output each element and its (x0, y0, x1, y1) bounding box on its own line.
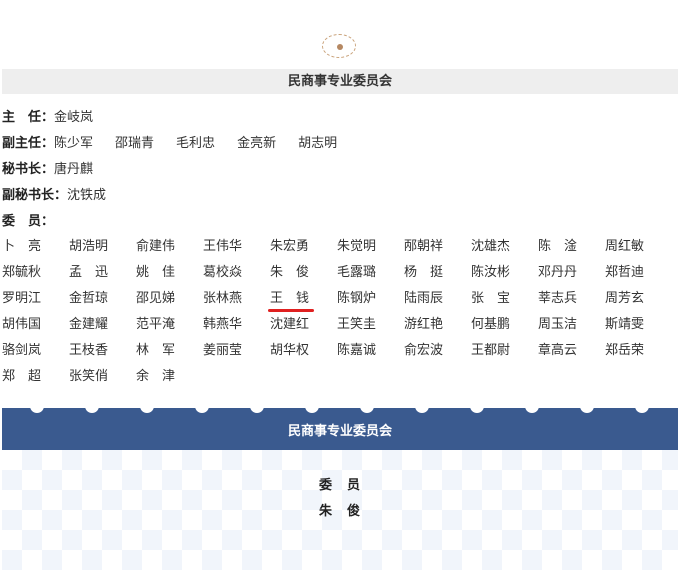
member-name: 周玉洁 (538, 317, 578, 332)
member-card: 委 员 朱 俊 (2, 450, 678, 570)
ornament-icon (322, 34, 356, 58)
section-title: 民商事专业委员会 (2, 69, 678, 94)
ornament-dot (337, 44, 343, 50)
member-name: 韩燕华 (203, 317, 243, 332)
member-name: 杨 挺 (404, 265, 444, 280)
banner-tab-bump (580, 403, 594, 413)
banner-tab-bump (85, 403, 99, 413)
member-name: 卜 亮 (2, 239, 42, 254)
card-name: 朱 俊 (318, 504, 361, 519)
member-name: 陈 淦 (538, 239, 578, 254)
member-name: 葛校焱 (203, 265, 243, 280)
banner-tab-bump (195, 403, 209, 413)
member-name: 毛露璐 (337, 265, 377, 280)
member-name: 姚 佳 (136, 265, 176, 280)
officer-name: 唐丹麒 (54, 162, 94, 177)
member-name: 王枝香 (69, 343, 109, 358)
member-name: 郑毓秋 (2, 265, 42, 280)
member-name: 邴朝祥 (404, 239, 444, 254)
member-name: 周芳玄 (605, 291, 645, 306)
member-name: 邓丹丹 (538, 265, 578, 280)
banner-tab-bump (635, 403, 649, 413)
member-name: 胡华权 (270, 343, 310, 358)
member-name: 罗明江 (2, 291, 42, 306)
member-name: 周红敏 (605, 239, 645, 254)
officer-name: 胡志明 (298, 136, 338, 151)
officer-role: 秘书长： (2, 162, 55, 177)
banner-tab-bump (415, 403, 429, 413)
member-name: 朱觉明 (337, 239, 377, 254)
member-name: 陆雨辰 (404, 291, 444, 306)
member-name: 邵见娣 (136, 291, 176, 306)
member-name: 朱宏勇 (270, 239, 310, 254)
member-name: 骆剑岚 (2, 343, 42, 358)
members-grid: 卜 亮 胡浩明 俞建伟 王伟华 朱宏勇 朱觉明 邴朝祥 沈雄杰 陈 淦 周红敏郑毓秋 孟 迅 姚 佳 葛… (2, 235, 678, 391)
banner-tab-bump (470, 403, 484, 413)
officer-role: 副秘书长： (2, 188, 68, 203)
member-name: 范平淹 (136, 317, 176, 332)
member-name: 陈嘉诚 (337, 343, 377, 358)
banner-tab-bump (140, 403, 154, 413)
member-name: 沈建红 (270, 317, 310, 332)
member-name: 郑岳荣 (605, 343, 645, 358)
committee-banner: 民商事专业委员会 (2, 403, 678, 450)
member-name: 王都尉 (471, 343, 511, 358)
member-name: 章高云 (538, 343, 578, 358)
banner-tab-bump (360, 403, 374, 413)
banner-tab-bump (250, 403, 264, 413)
officer-row: 主 任：金岐岚 (2, 106, 678, 132)
banner-tab-bump (305, 403, 319, 413)
member-name: 张笑俏 (69, 369, 109, 384)
member-name: 郑 超 (2, 369, 42, 384)
member-name: 王伟华 (203, 239, 243, 254)
member-name: 金建耀 (69, 317, 109, 332)
banner-tab-bump (30, 403, 44, 413)
member-name: 余 津 (136, 369, 176, 384)
officer-name: 毛利忠 (176, 136, 216, 151)
banner-title: 民商事专业委员会 (287, 424, 392, 439)
officer-name: 金亮新 (237, 136, 277, 151)
member-name: 张林燕 (203, 291, 243, 306)
member-name: 斯靖雯 (605, 317, 645, 332)
officer-role: 副主任： (2, 136, 55, 151)
banner-tab-bump (525, 403, 539, 413)
member-name: 陈汝彬 (471, 265, 511, 280)
officer-row: 委 员： (2, 210, 678, 236)
officer-row: 秘书长：唐丹麒 (2, 158, 678, 184)
member-name: 郑哲迪 (605, 265, 645, 280)
officer-name: 沈铁成 (67, 188, 107, 203)
member-name: 王笑圭 (337, 317, 377, 332)
member-name: 游红艳 (404, 317, 444, 332)
member-name: 俞建伟 (136, 239, 176, 254)
member-name: 林 军 (136, 343, 176, 358)
member-name: 胡伟国 (2, 317, 42, 332)
member-name: 金哲琼 (69, 291, 109, 306)
member-name: 何基鹏 (471, 317, 511, 332)
member-name: 沈雄杰 (471, 239, 511, 254)
member-name: 张 宝 (471, 291, 511, 306)
officer-name: 邵瑞青 (115, 136, 155, 151)
member-name: 孟 迅 (69, 265, 109, 280)
member-name: 俞宏波 (404, 343, 444, 358)
officer-role: 委 员： (2, 214, 55, 229)
card-role: 委 员 (318, 478, 361, 493)
officer-name: 金岐岚 (54, 110, 94, 125)
officer-row: 副主任：陈少军 邵瑞青 毛利忠 金亮新 胡志明 (2, 132, 678, 158)
member-name-highlighted: 朱 俊 (268, 261, 337, 312)
officers-list: 主 任：金岐岚 副主任：陈少军 邵瑞青 毛利忠 金亮新 胡志明 秘书长：唐丹麒 副秘书长：沈铁… (2, 106, 678, 236)
officer-row: 副秘书长：沈铁成 (2, 184, 678, 210)
member-name: 王 钱 (270, 291, 310, 306)
officer-role: 主 任： (2, 110, 55, 125)
member-name: 姜丽莹 (203, 343, 243, 358)
member-name: 莘志兵 (538, 291, 578, 306)
member-name: 胡浩明 (69, 239, 109, 254)
officer-name: 陈少军 (54, 136, 94, 151)
member-name: 陈钢炉 (337, 291, 377, 306)
